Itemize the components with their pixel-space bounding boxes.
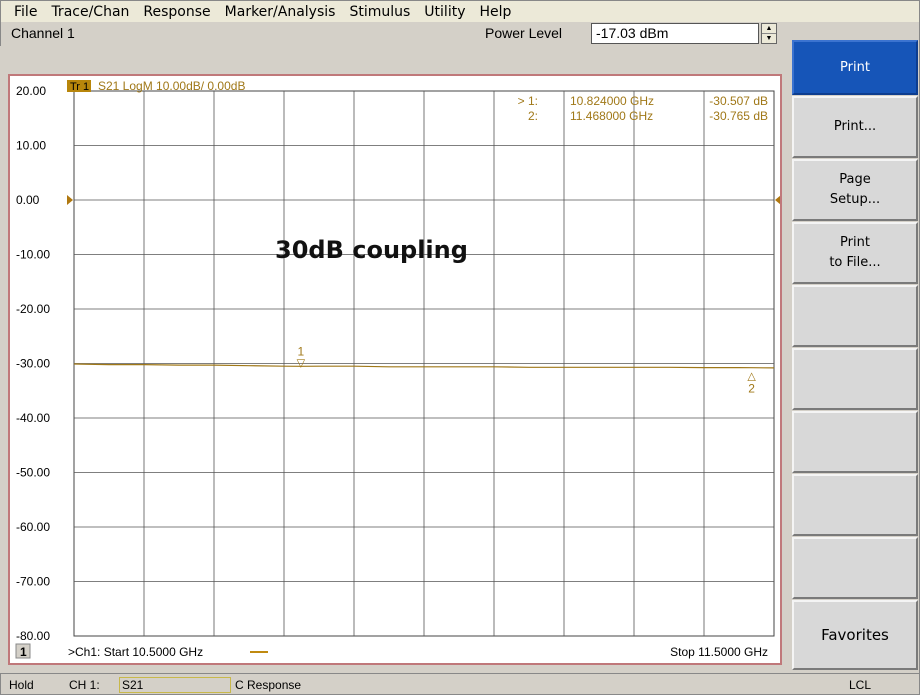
y-tick-label: -80.00 [16,629,50,643]
power-level-spinner[interactable]: ▲ ▼ [761,23,777,44]
y-tick-label: 0.00 [16,193,40,207]
page-setup-label-line2: Setup... [829,192,881,207]
y-tick-label: -50.00 [16,466,50,480]
channel-label: Channel 1 [11,25,75,41]
channel-number: 1 [20,645,27,659]
favorites-softkey-label: Favorites [821,626,889,644]
graticule [67,90,780,637]
power-level-label: Power Level [485,25,563,41]
blank-softkey-5[interactable] [792,285,918,347]
y-tick-label: -30.00 [16,357,50,371]
annotation-text: 30dB coupling [275,236,468,264]
print-dialog-softkey-label: Print... [833,119,877,134]
marker-2-label: 2 [748,382,755,396]
reference-level-left-icon[interactable] [67,195,73,205]
status-bar: Hold CH 1: S21 C Response LCL [0,673,920,695]
entry-toolbar: Channel 1 Power Level -17.03 dBm ▲ ▼ [0,22,790,46]
marker-1-label: 1 [297,344,304,358]
menu-marker-analysis[interactable]: Marker/Analysis [218,1,343,23]
status-correction: C Response [235,678,302,692]
marker-row2-label: 2: [528,109,538,123]
trace-plot[interactable]: 20.00 10.00 0.00 -10.00 -20.00 -30.00 -40.00 -5… [10,76,780,663]
spin-down-icon[interactable]: ▼ [762,34,776,44]
blank-softkey-6[interactable] [792,348,918,410]
print-to-file-softkey[interactable]: Print to File... [792,222,918,284]
trace-label: S21 LogM 10.00dB/ 0.00dB [98,79,245,93]
status-measurement: S21 [119,677,231,693]
menu-trace-chan[interactable]: Trace/Chan [44,1,136,23]
menu-help[interactable]: Help [472,1,518,23]
y-tick-label: -60.00 [16,520,50,534]
y-tick-label: -20.00 [16,302,50,316]
marker-row1-freq: 10.824000 GHz [570,94,654,108]
reference-level-right-icon[interactable] [775,195,780,205]
status-channel: CH 1: [69,678,100,692]
blank-softkey-8[interactable] [792,474,918,536]
marker-row2-freq: 11.468000 GHz [570,109,653,123]
marker-row1-label: > 1: [518,94,538,108]
marker-row1-value: -30.507 dB [709,94,768,108]
blank-softkey-9[interactable] [792,537,918,599]
start-frequency: >Ch1: Start 10.5000 GHz [68,645,203,659]
y-tick-label: -40.00 [16,411,50,425]
print-dialog-softkey[interactable]: Print... [792,96,918,158]
trace-tag[interactable]: Tr 1 [70,81,89,93]
y-tick-label: 10.00 [16,139,46,153]
menu-utility[interactable]: Utility [417,1,472,23]
y-tick-label: -10.00 [16,248,50,262]
print-to-file-label-line2: to File... [829,255,881,270]
y-tick-label: -70.00 [16,575,50,589]
print-softkey[interactable]: Print [792,40,918,95]
page-setup-label-line1: Page [839,172,871,187]
print-softkey-label: Print [840,59,870,75]
measurement-window[interactable]: 20.00 10.00 0.00 -10.00 -20.00 -30.00 -40.00 -5… [8,74,782,665]
status-hold: Hold [9,678,34,692]
favorites-softkey[interactable]: Favorites [792,600,918,670]
menu-response[interactable]: Response [136,1,217,23]
marker-row2-value: -30.765 dB [709,109,768,123]
stop-frequency: Stop 11.5000 GHz [670,645,768,659]
menu-stimulus[interactable]: Stimulus [342,1,417,23]
print-to-file-label-line1: Print [840,235,870,250]
softkey-panel: Print Print... Page Setup... Print to Fi… [790,22,920,673]
y-axis-ticks: 20.00 10.00 0.00 -10.00 -20.00 -30.00 -40.00 -5… [16,84,50,643]
power-level-input[interactable]: -17.03 dBm [591,23,759,44]
page-setup-softkey[interactable]: Page Setup... [792,159,918,221]
menu-file[interactable]: File [7,1,44,23]
spin-up-icon[interactable]: ▲ [762,24,776,34]
marker-layer: ▽1△2 [297,344,757,395]
status-lcl: LCL [849,678,872,692]
menu-bar: File Trace/Chan Response Marker/Analysis… [0,0,920,22]
blank-softkey-7[interactable] [792,411,918,473]
y-tick-label: 20.00 [16,84,46,98]
